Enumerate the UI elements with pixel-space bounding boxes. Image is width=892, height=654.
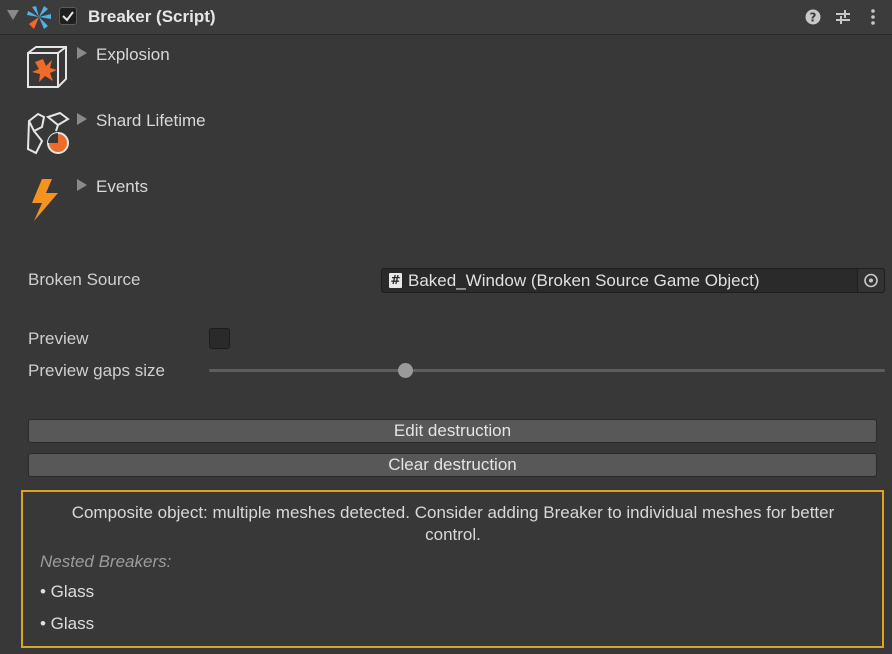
section-shard-lifetime[interactable]: Shard Lifetime [24, 111, 324, 157]
object-picker-button[interactable] [857, 269, 884, 292]
expand-arrow-icon[interactable] [77, 113, 87, 125]
nested-breaker-item: • Glass [40, 582, 95, 601]
preview-gaps-slider-track[interactable] [209, 369, 885, 372]
component-header: Breaker (Script) ? [0, 0, 892, 35]
shard-lifetime-icon [26, 111, 70, 155]
fold-arrow-icon[interactable] [7, 10, 19, 20]
checkmark-icon [62, 11, 74, 22]
clear-destruction-button[interactable]: Clear destruction [28, 453, 877, 477]
preview-label: Preview [28, 329, 89, 348]
section-label: Events [96, 177, 148, 196]
warning-message: Composite object: multiple meshes detect… [71, 503, 835, 544]
preset-icon[interactable] [833, 7, 853, 27]
kebab-menu-icon[interactable] [863, 7, 883, 27]
composite-warning-box: Composite object: multiple meshes detect… [21, 490, 884, 648]
section-events[interactable]: Events [24, 177, 324, 223]
explosion-icon [27, 46, 67, 88]
nested-breaker-item: • Glass [40, 614, 95, 633]
events-lightning-icon [32, 179, 58, 221]
edit-destruction-button[interactable]: Edit destruction [28, 419, 877, 443]
enable-checkbox[interactable] [59, 7, 77, 25]
preview-checkbox[interactable] [209, 328, 230, 349]
preview-gaps-size-label: Preview gaps size [28, 361, 166, 380]
script-asset-icon: # [389, 273, 402, 288]
component-title: Breaker (Script) [88, 7, 216, 26]
broken-source-label: Broken Source [28, 270, 141, 289]
expand-arrow-icon[interactable] [77, 179, 87, 191]
broken-source-value: Baked_Window (Broken Source Game Object) [408, 271, 760, 290]
section-explosion[interactable]: Explosion [24, 45, 324, 91]
target-icon [864, 273, 878, 288]
help-icon[interactable]: ? [803, 7, 823, 27]
nested-breakers-title: Nested Breakers: [40, 552, 172, 571]
breaker-script-icon [27, 6, 51, 29]
section-label: Shard Lifetime [96, 111, 206, 130]
section-label: Explosion [96, 45, 170, 64]
svg-text:?: ? [810, 11, 817, 25]
expand-arrow-icon[interactable] [77, 47, 87, 59]
preview-gaps-slider-handle[interactable] [397, 363, 413, 378]
broken-source-field[interactable]: # Baked_Window (Broken Source Game Objec… [381, 268, 885, 293]
